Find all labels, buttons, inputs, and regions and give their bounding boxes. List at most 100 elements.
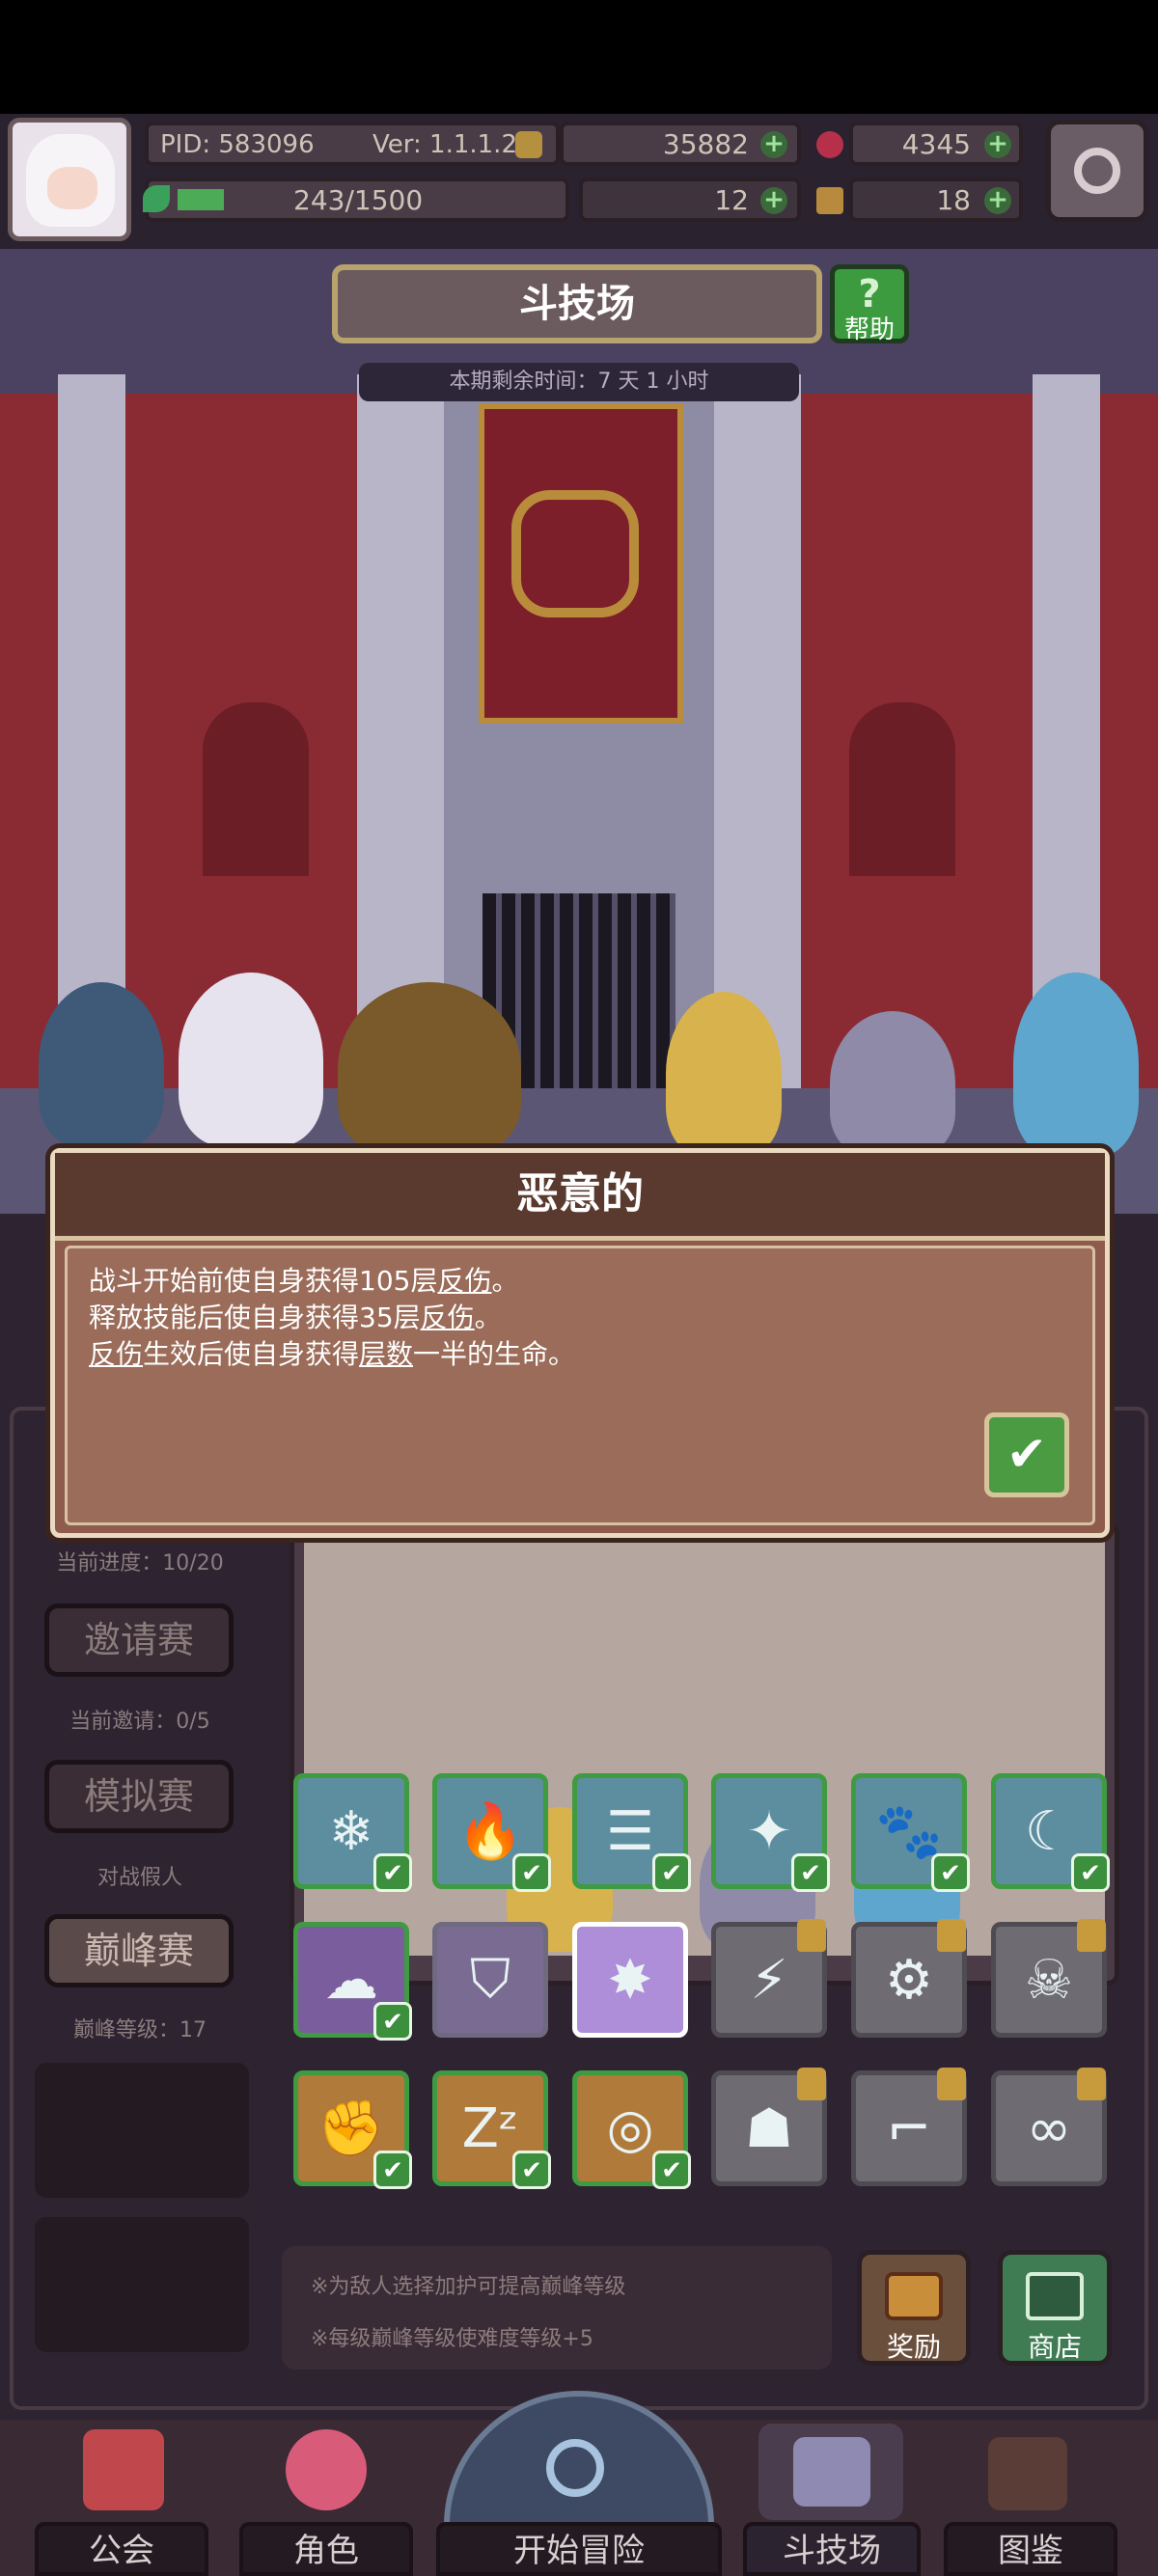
line2-term[interactable]: 反伤	[421, 1302, 475, 1333]
dialog-line-2: 释放技能后使自身获得35层反伤。	[89, 1297, 502, 1335]
dialog-line-3: 反伤生效后使自身获得层数一半的生命。	[89, 1333, 575, 1372]
blessing-tile[interactable]: ☁ ✔	[293, 1922, 412, 2041]
add-gem-icon[interactable]: +	[984, 131, 1011, 158]
nav-arena[interactable]: 斗技场	[743, 2522, 921, 2576]
burst-icon: ✸	[607, 1948, 653, 2012]
blessing-tile[interactable]: 🐾 ✔	[851, 1773, 970, 1892]
red-gem-icon	[816, 131, 843, 158]
guild-building-icon	[83, 2429, 164, 2510]
key-icon	[816, 187, 843, 214]
reward-label: 奖励	[886, 2331, 941, 2363]
blessing-tile[interactable]: ☰ ✔	[572, 1773, 691, 1892]
line1-prefix: 战斗开始前使自身获得105层	[89, 1265, 438, 1297]
stamina-pill: 243/1500	[145, 178, 569, 222]
blessing-tile[interactable]: ☾ ✔	[991, 1773, 1110, 1892]
team-preview	[290, 1522, 1119, 1986]
gear-icon	[1074, 148, 1120, 194]
help-label: 帮助	[843, 315, 895, 344]
shop-stall-icon	[1026, 2272, 1084, 2320]
blessing-tile[interactable]: ◎ ✔	[572, 2070, 691, 2189]
hero-5	[830, 1011, 955, 1156]
blessing-tile[interactable]: ⚡	[711, 1919, 827, 2038]
nav-start-adventure[interactable]: 开始冒险	[436, 2522, 722, 2576]
stamina-bar-fill	[178, 189, 224, 210]
peak-level: 巅峰等级：17	[73, 2018, 207, 2042]
blessing-tile[interactable]: ❄ ✔	[293, 1773, 412, 1892]
line3-suffix: 一半的生命。	[413, 1338, 576, 1370]
padlock-icon	[1077, 1919, 1106, 1952]
padlock-icon	[937, 2068, 966, 2100]
blessing-tile[interactable]: ✦ ✔	[711, 1773, 830, 1892]
hero-2	[179, 973, 323, 1146]
blessing-tile[interactable]: ∞	[991, 2068, 1107, 2186]
help-button[interactable]: ? 帮助	[830, 264, 909, 344]
mock-match-button[interactable]: 模拟赛	[44, 1760, 234, 1833]
blessing-tile[interactable]: 🔥 ✔	[432, 1773, 551, 1892]
remaining-time: 本期剩余时间：7 天 1 小时	[449, 370, 709, 394]
line3-term-1[interactable]: 反伤	[89, 1338, 143, 1370]
crossed-swords-icon	[793, 2437, 870, 2507]
note-2: ※每级巅峰等级使难度等级+5	[311, 2327, 593, 2351]
shop-button[interactable]: 商店	[998, 2250, 1112, 2366]
blessing-tile[interactable]: ☠	[991, 1919, 1107, 2038]
add-gold-icon[interactable]: +	[760, 131, 787, 158]
arena-scene: 斗技场 ? 帮助 本期剩余时间：7 天 1 小时	[0, 249, 1158, 1214]
blessing-tile[interactable]: ⚙	[851, 1919, 967, 2038]
hero-3	[338, 982, 521, 1156]
shop-label: 商店	[1027, 2331, 1082, 2363]
checkmark-badge-icon: ✔	[652, 1853, 691, 1892]
bottom-nav: 公会 角色 开始冒险 斗技场 图鉴	[0, 2391, 1158, 2576]
blessing-tile[interactable]: ✊ ✔	[293, 2070, 412, 2189]
line1-suffix: 。	[491, 1265, 519, 1297]
checkmark-badge-icon: ✔	[791, 1853, 830, 1892]
line3-mid: 生效后使自身获得	[143, 1338, 360, 1370]
blessing-dialog: 恶意的 战斗开始前使自身获得105层反伤。 释放技能后使自身获得35层反伤。 反…	[50, 1148, 1110, 1538]
checkmark-badge-icon: ✔	[373, 2151, 412, 2189]
blessing-tile[interactable]: ✸	[572, 1922, 688, 2038]
blessing-tile[interactable]: ⛉	[432, 1922, 548, 2038]
checkmark-badge-icon: ✔	[652, 2151, 691, 2189]
add-key-icon[interactable]: +	[984, 187, 1011, 214]
invite-count: 当前邀请：0/5	[69, 1710, 210, 1734]
avatar-face	[47, 167, 97, 209]
checkmark-badge-icon: ✔	[931, 1853, 970, 1892]
hero-4	[666, 992, 782, 1156]
blessing-tile[interactable]: ☗	[711, 2068, 827, 2186]
padlock-icon	[797, 2068, 826, 2100]
gold-coin-icon	[515, 131, 542, 158]
character-portrait-icon	[286, 2429, 367, 2510]
blessing-tile[interactable]: Zᶻ ✔	[432, 2070, 551, 2189]
hero-6	[1013, 973, 1139, 1156]
stamina-value: 243/1500	[293, 184, 424, 216]
settings-button[interactable]	[1046, 120, 1148, 222]
mock-subtitle: 对战假人	[96, 1866, 182, 1890]
nav-guild[interactable]: 公会	[35, 2522, 208, 2576]
reward-button[interactable]: 奖励	[857, 2250, 971, 2366]
nav-character[interactable]: 角色	[239, 2522, 413, 2576]
peak-match-button[interactable]: 巅峰赛	[44, 1914, 234, 1987]
clover-value: 12	[714, 184, 749, 216]
padlock-icon	[797, 1919, 826, 1952]
nav-codex[interactable]: 图鉴	[944, 2522, 1117, 2576]
avatar[interactable]	[8, 118, 131, 241]
key-value: 18	[936, 184, 971, 216]
remaining-time-pill: 本期剩余时间：7 天 1 小时	[359, 363, 799, 401]
dialog-title: 恶意的	[55, 1153, 1105, 1241]
line3-term-2[interactable]: 层数	[359, 1338, 413, 1370]
gem-value: 4345	[901, 128, 971, 160]
codex-book-icon	[988, 2437, 1067, 2510]
padlock-icon	[1077, 2068, 1106, 2100]
pillar-2	[357, 374, 444, 1088]
checkmark-badge-icon: ✔	[1071, 1853, 1110, 1892]
dialog-line-1: 战斗开始前使自身获得105层反伤。	[89, 1260, 518, 1299]
add-clover-icon[interactable]: +	[760, 187, 787, 214]
empty-side-slot-1	[35, 2063, 249, 2198]
line1-term[interactable]: 反伤	[437, 1265, 491, 1297]
empty-side-slot-2	[35, 2217, 249, 2352]
dialog-confirm-button[interactable]: ✔	[984, 1412, 1069, 1497]
progress-text: 当前进度：10/20	[56, 1551, 224, 1576]
checkmark-badge-icon: ✔	[373, 1853, 412, 1892]
invite-match-button[interactable]: 邀请赛	[44, 1603, 234, 1677]
blessing-tile[interactable]: ⌐	[851, 2068, 967, 2186]
stamina-leaf-icon	[143, 185, 170, 212]
